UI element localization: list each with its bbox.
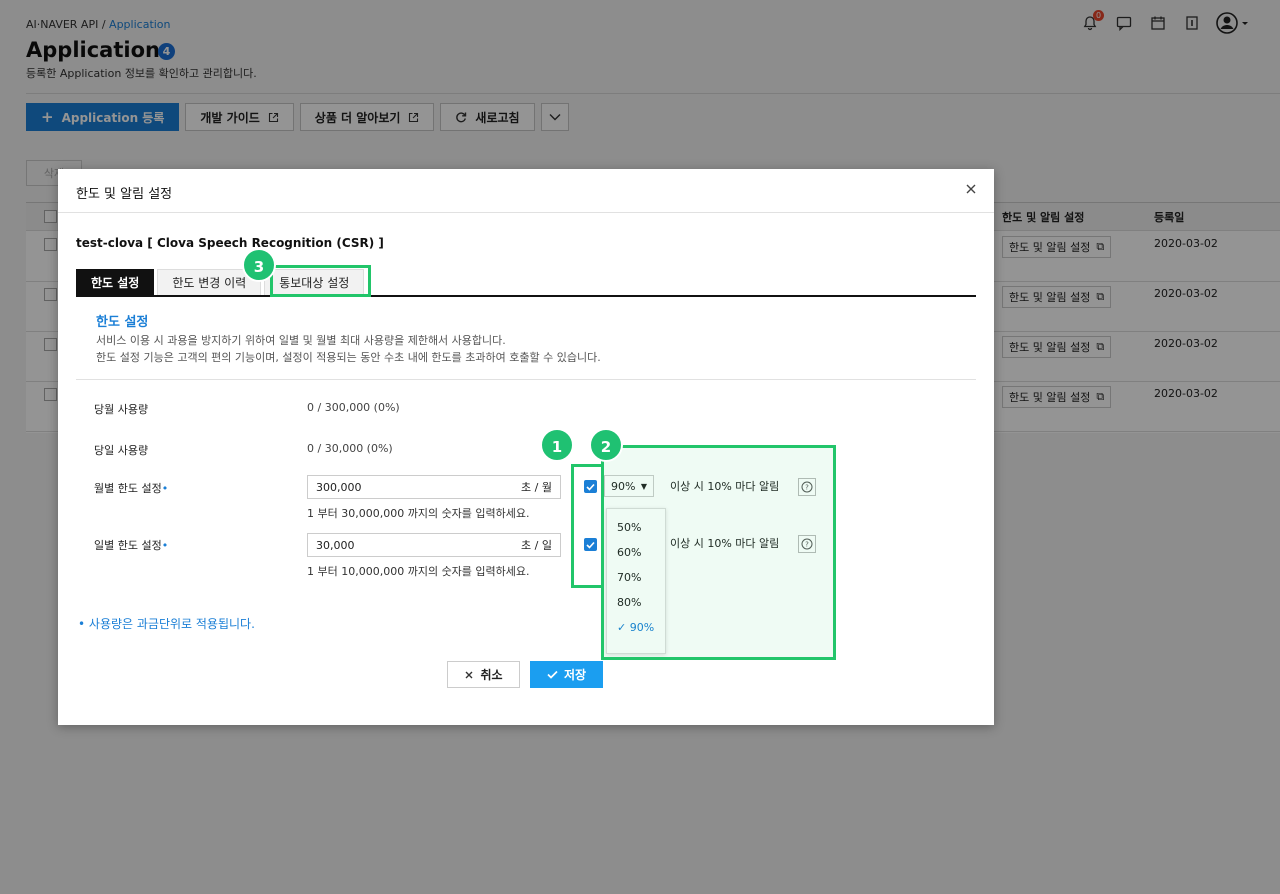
cancel-button[interactable]: 취소	[447, 661, 520, 688]
modal-actions: 취소 저장	[447, 661, 603, 688]
step-marker-3: 3	[242, 248, 276, 282]
monthly-usage-label: 당월 사용량	[94, 403, 149, 416]
daily-limit-input[interactable]: 30,000 초 / 일	[307, 533, 561, 557]
tab-limit-settings[interactable]: 한도 설정	[76, 269, 155, 295]
modal-header-divider	[58, 212, 994, 213]
section-title: 한도 설정	[96, 315, 149, 330]
monthly-usage-value: 0 / 300,000 (0%)	[307, 401, 400, 414]
check-icon	[547, 670, 558, 679]
daily-limit-unit: 초 / 일	[521, 539, 552, 552]
section-description-line-2: 한도 설정 기능은 고객의 편의 기능이며, 설정이 적용되는 동안 수초 내에…	[96, 351, 601, 364]
highlight-box-1	[571, 464, 604, 588]
limit-settings-panel: 한도 설정 서비스 이용 시 과용을 방지하기 위하여 일별 및 월별 최대 사…	[76, 297, 976, 605]
limit-alert-modal: 한도 및 알림 설정 test-clova [ Clova Speech Rec…	[58, 169, 994, 725]
save-label: 저장	[563, 668, 587, 682]
required-dot-icon: •	[161, 539, 169, 552]
service-name: test-clova [ Clova Speech Recognition (C…	[76, 236, 384, 250]
monthly-limit-unit: 초 / 월	[521, 481, 552, 494]
step-marker-1: 1	[540, 428, 574, 462]
section-description-line-1: 서비스 이용 시 과용을 방지하기 위하여 일별 및 월별 최대 사용량을 제한…	[96, 334, 506, 347]
bullet-icon: •	[78, 617, 89, 631]
monthly-limit-label: 월별 한도 설정•	[94, 480, 168, 496]
daily-limit-label-text: 일별 한도 설정	[94, 539, 162, 552]
close-icon	[465, 671, 473, 678]
close-icon[interactable]	[964, 182, 978, 196]
save-button[interactable]: 저장	[530, 661, 603, 688]
footnote-text: 사용량은 과금단위로 적용됩니다.	[88, 617, 255, 631]
required-dot-icon: •	[161, 482, 169, 495]
highlight-box-2	[601, 445, 836, 660]
footnote: • 사용량은 과금단위로 적용됩니다.	[78, 615, 255, 632]
daily-limit-label: 일별 한도 설정•	[94, 537, 168, 553]
monthly-limit-value: 300,000	[316, 480, 362, 494]
daily-usage-label: 당일 사용량	[94, 444, 149, 457]
cancel-label: 취소	[480, 668, 503, 682]
daily-limit-hint: 1 부터 10,000,000 까지의 숫자를 입력하세요.	[307, 565, 530, 578]
daily-usage-value: 0 / 30,000 (0%)	[307, 442, 393, 455]
content-divider	[76, 379, 976, 380]
section-description: 서비스 이용 시 과용을 방지하기 위하여 일별 및 월별 최대 사용량을 제한…	[96, 332, 601, 366]
monthly-limit-label-text: 월별 한도 설정	[94, 482, 162, 495]
monthly-limit-hint: 1 부터 30,000,000 까지의 숫자를 입력하세요.	[307, 507, 530, 520]
step-marker-2: 2	[589, 428, 623, 462]
monthly-limit-input[interactable]: 300,000 초 / 월	[307, 475, 561, 499]
highlight-box-3	[270, 265, 371, 297]
modal-title: 한도 및 알림 설정	[76, 187, 173, 202]
daily-limit-value: 30,000	[316, 538, 355, 552]
